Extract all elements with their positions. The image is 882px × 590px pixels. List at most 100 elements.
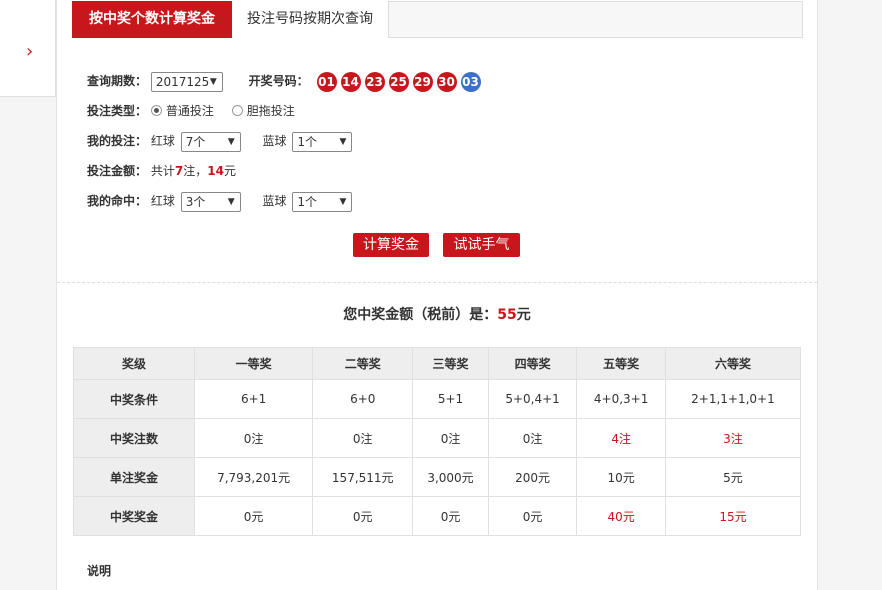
my-bet-red-value: 7个: [185, 134, 206, 149]
my-bet-blue-select[interactable]: 1个 ▼: [292, 131, 353, 152]
my-bet-label: 我的投注：: [87, 134, 148, 148]
row-header-cell: 中奖奖金: [73, 496, 195, 536]
table-header-cell: 四等奖: [487, 347, 578, 380]
radio-banker-bet[interactable]: [231, 105, 243, 116]
prize-table-header: 奖级 一等奖 二等奖 三等奖 四等奖 五等奖 六等奖: [73, 347, 802, 380]
row-header-cell: 中奖注数: [73, 418, 195, 458]
table-header-cell: 三等奖: [412, 347, 489, 380]
my-bet-red-select[interactable]: 7个 ▼: [180, 131, 241, 152]
amount-mid: 注，: [183, 164, 208, 178]
my-hit-row: 我的命中： 红球 3个 ▼ 蓝球 1个 ▼: [87, 191, 353, 212]
table-cell: 200元: [487, 457, 578, 497]
my-hit-blue-select[interactable]: 1个 ▼: [292, 191, 353, 212]
table-cell: 3注: [664, 418, 802, 458]
table-cell: 15元: [664, 496, 802, 536]
amount-count: 7: [174, 164, 184, 178]
row-header-cell: 中奖条件: [73, 379, 195, 419]
table-cell: 5+1: [412, 379, 489, 419]
my-hit-blue-label: 蓝球: [262, 194, 287, 208]
tab-bar: 按中奖个数计算奖金 投注号码按期次查询: [72, 1, 803, 38]
query-row: 查询期数： 2017125 ▼ 开奖号码： 01 14 23 25 29 30 03: [87, 71, 485, 92]
table-header-cell: 一等奖: [193, 347, 314, 380]
result-summary: 您中奖金额（税前）是：55元: [57, 304, 817, 324]
table-header-cell: 奖级: [73, 347, 195, 380]
red-ball: 23: [364, 71, 385, 92]
table-cell: 5元: [664, 457, 802, 497]
row-header-cell: 单注奖金: [73, 457, 195, 497]
right-gutter: [818, 0, 882, 590]
amount-prefix: 共计: [150, 164, 175, 178]
winning-numbers-label: 开奖号码：: [248, 74, 309, 88]
my-hit-red-label: 红球: [150, 194, 175, 208]
tab-query-by-period[interactable]: 投注号码按期次查询: [232, 1, 389, 38]
bet-type-label: 投注类型：: [87, 104, 148, 118]
table-cell: 0元: [412, 496, 489, 536]
table-header-cell: 二等奖: [312, 347, 414, 380]
table-row: 中奖奖金 0元 0元 0元 0元 40元 15元: [73, 496, 802, 536]
dropdown-arrow-icon: ▼: [339, 196, 347, 207]
my-bet-red-label: 红球: [150, 134, 175, 148]
amount-label: 投注金额：: [87, 164, 148, 178]
bet-type-row: 投注类型： 普通投注 胆拖投注: [87, 101, 295, 121]
blue-ball: 03: [460, 71, 481, 92]
result-suffix: 元: [516, 307, 531, 323]
table-cell: 5+0,4+1: [487, 379, 578, 419]
red-ball: 30: [436, 71, 457, 92]
period-select[interactable]: 2017125 ▼: [150, 71, 223, 92]
red-ball: 29: [412, 71, 433, 92]
main-panel: 按中奖个数计算奖金 投注号码按期次查询 查询期数： 2017125 ▼ 开奖号码…: [56, 0, 818, 590]
my-bet-blue-value: 1个: [297, 134, 317, 149]
dropdown-arrow-icon: ▼: [227, 136, 235, 147]
table-header-cell: 五等奖: [576, 347, 666, 380]
left-side-panel: ›: [0, 0, 56, 97]
radio-normal-label: 普通投注: [165, 104, 214, 118]
table-header-cell: 六等奖: [664, 347, 802, 380]
table-cell: 10元: [576, 457, 666, 497]
red-ball: 25: [388, 71, 409, 92]
table-cell: 4注: [576, 418, 666, 458]
my-hit-red-value: 3个: [185, 194, 206, 209]
result-prefix: 您中奖金额（税前）是：: [343, 307, 498, 323]
table-cell: 6+0: [312, 379, 414, 419]
radio-normal-bet[interactable]: [150, 105, 162, 116]
table-row: 中奖条件 6+1 6+0 5+1 5+0,4+1 4+0,3+1 2+1,1+1,0+1: [73, 379, 802, 419]
chevron-right-icon[interactable]: ›: [26, 43, 38, 61]
my-hit-blue-value: 1个: [297, 194, 317, 209]
my-hit-red-select[interactable]: 3个 ▼: [180, 191, 241, 212]
winning-balls: 01 14 23 25 29 30 03: [316, 71, 485, 92]
my-hit-label: 我的命中：: [87, 194, 148, 208]
table-cell: 0注: [312, 418, 414, 458]
red-ball: 01: [316, 71, 337, 92]
table-row: 单注奖金 7,793,201元 157,511元 3,000元 200元 10元 5元: [73, 457, 802, 497]
table-cell: 7,793,201元: [193, 457, 314, 497]
prize-table: 奖级 一等奖 二等奖 三等奖 四等奖 五等奖 六等奖 中奖条件 6+1 6+0 5+1 5+0,4+…: [73, 347, 802, 536]
try-luck-button[interactable]: 试试手气: [443, 233, 520, 257]
table-cell: 4+0,3+1: [576, 379, 666, 419]
table-cell: 0注: [412, 418, 489, 458]
result-amount: 55: [497, 307, 517, 323]
amount-suffix: 元: [223, 164, 236, 178]
period-label: 查询期数：: [87, 74, 148, 88]
table-cell: 0元: [487, 496, 578, 536]
calculate-button[interactable]: 计算奖金: [353, 233, 429, 257]
table-cell: 157,511元: [312, 457, 414, 497]
prize-table-body: 中奖条件 6+1 6+0 5+1 5+0,4+1 4+0,3+1 2+1,1+1,0+1 中奖…: [73, 379, 802, 536]
dropdown-arrow-icon: ▼: [209, 76, 217, 87]
table-cell: 0元: [193, 496, 314, 536]
section-divider: [57, 282, 817, 283]
table-cell: 0注: [487, 418, 578, 458]
dropdown-arrow-icon: ▼: [339, 136, 347, 147]
dropdown-arrow-icon: ▼: [227, 196, 235, 207]
my-bet-row: 我的投注： 红球 7个 ▼ 蓝球 1个 ▼: [87, 131, 353, 152]
radio-banker-label: 胆拖投注: [246, 104, 295, 118]
table-cell: 6+1: [193, 379, 314, 419]
table-cell: 3,000元: [412, 457, 489, 497]
my-bet-blue-label: 蓝球: [262, 134, 287, 148]
table-cell: 40元: [576, 496, 666, 536]
table-cell: 0注: [193, 418, 314, 458]
tab-calc-by-hits[interactable]: 按中奖个数计算奖金: [72, 1, 232, 38]
red-ball: 14: [340, 71, 361, 92]
table-row: 中奖注数 0注 0注 0注 0注 4注 3注: [73, 418, 802, 458]
period-select-value: 2017125: [155, 74, 210, 89]
explain-heading: 说明: [87, 564, 112, 578]
